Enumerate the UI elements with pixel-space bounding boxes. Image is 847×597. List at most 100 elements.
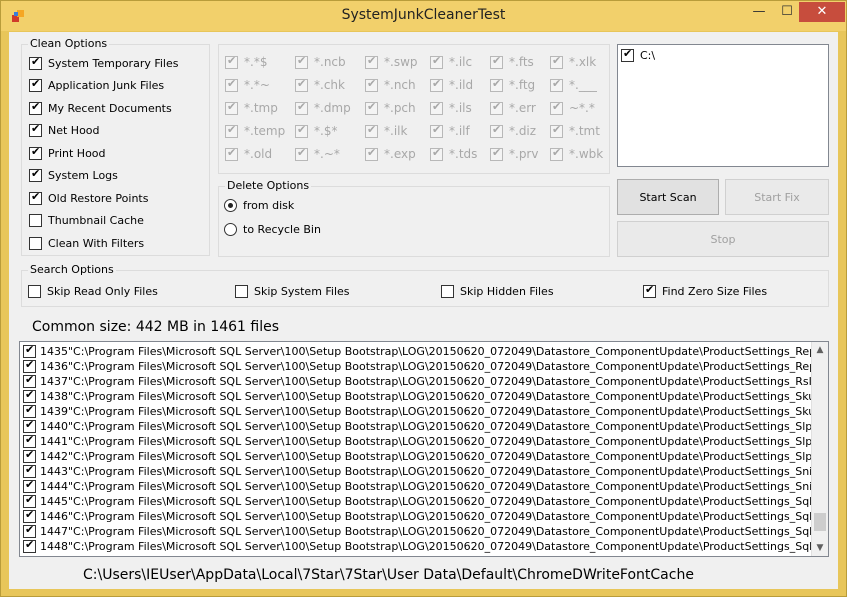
file-checkbox[interactable] [23, 449, 36, 463]
recycle-bin-radio[interactable]: to Recycle Bin [224, 221, 321, 237]
file-checkbox[interactable] [23, 524, 36, 538]
checkbox-unchecked-icon[interactable] [235, 284, 248, 298]
clean-options-label: Clean Options [28, 37, 110, 50]
extension-checkbox-label: *.pch [384, 101, 416, 115]
drive-checkbox[interactable] [621, 47, 634, 62]
checkbox-checked-icon [430, 77, 443, 92]
file-checkbox[interactable] [23, 419, 36, 433]
extension-checkbox: *.ils [430, 100, 472, 116]
start-scan-button[interactable]: Start Scan [617, 179, 719, 215]
clean-option-item[interactable]: Net Hood [29, 122, 100, 139]
search-option-item[interactable]: Skip Read Only Files [28, 283, 158, 299]
checkbox-unchecked-icon[interactable] [29, 236, 42, 250]
scroll-up-icon[interactable]: ▲ [812, 342, 828, 358]
file-list-scrollbar[interactable]: ▲ ▼ [811, 342, 828, 556]
file-path-text: 1435"C:\Program Files\Microsoft SQL Serv… [40, 345, 813, 358]
checkbox-checked-icon[interactable] [29, 55, 42, 70]
radio-unselected-icon[interactable] [224, 222, 237, 236]
file-list[interactable]: 1435"C:\Program Files\Microsoft SQL Serv… [19, 341, 829, 557]
file-list-row[interactable]: 1448"C:\Program Files\Microsoft SQL Serv… [23, 539, 813, 554]
minimize-button[interactable]: — [745, 2, 773, 22]
search-option-item[interactable]: Skip Hidden Files [441, 283, 554, 299]
scroll-thumb[interactable] [814, 513, 826, 531]
extension-checkbox-label: *.___ [569, 78, 597, 92]
scroll-down-icon[interactable]: ▼ [812, 540, 828, 556]
extension-checkbox-label: *.$* [314, 124, 338, 138]
start-fix-button[interactable]: Start Fix [725, 179, 829, 215]
clean-option-item[interactable]: Print Hood [29, 145, 106, 161]
checkbox-checked-icon[interactable] [29, 190, 42, 205]
file-checkbox[interactable] [23, 359, 36, 373]
extension-checkbox: *.pch [365, 100, 416, 116]
clean-option-item[interactable]: Application Junk Files [29, 77, 164, 94]
checkbox-checked-icon [295, 77, 308, 92]
clean-option-item[interactable]: Old Restore Points [29, 190, 148, 206]
extension-checkbox: *.fts [490, 54, 534, 70]
search-option-item[interactable]: Find Zero Size Files [643, 283, 767, 299]
clean-option-item[interactable]: Thumbnail Cache [29, 213, 144, 229]
file-list-row[interactable]: 1441"C:\Program Files\Microsoft SQL Serv… [23, 434, 813, 449]
file-list-row[interactable]: 1438"C:\Program Files\Microsoft SQL Serv… [23, 389, 813, 404]
file-list-row[interactable]: 1435"C:\Program Files\Microsoft SQL Serv… [23, 344, 813, 359]
checkbox-checked-icon [490, 146, 503, 161]
file-list-row[interactable]: 1436"C:\Program Files\Microsoft SQL Serv… [23, 359, 813, 374]
drive-item[interactable]: C:\ [621, 47, 655, 63]
file-list-row[interactable]: 1443"C:\Program Files\Microsoft SQL Serv… [23, 464, 813, 479]
file-list-row[interactable]: 1447"C:\Program Files\Microsoft SQL Serv… [23, 524, 813, 539]
file-checkbox[interactable] [23, 494, 36, 508]
checkbox-unchecked-icon[interactable] [28, 284, 41, 298]
file-checkbox[interactable] [23, 539, 36, 553]
checkbox-checked-icon [295, 100, 308, 115]
checkbox-checked-icon[interactable] [29, 122, 42, 137]
checkbox-checked-icon [295, 54, 308, 69]
close-button[interactable]: ✕ [799, 2, 845, 22]
file-checkbox[interactable] [23, 479, 36, 493]
extension-checkbox-label: ~*.* [569, 101, 595, 115]
file-list-row[interactable]: 1437"C:\Program Files\Microsoft SQL Serv… [23, 374, 813, 389]
drive-list[interactable]: C:\ [617, 44, 829, 167]
file-path-text: 1441"C:\Program Files\Microsoft SQL Serv… [40, 435, 813, 448]
clean-option-item[interactable]: System Temporary Files [29, 55, 179, 71]
stop-button[interactable]: Stop [617, 221, 829, 257]
clean-option-item-label: Net Hood [48, 124, 100, 137]
checkbox-checked-icon [365, 77, 378, 92]
search-option-item-label: Skip System Files [254, 284, 350, 298]
file-list-row[interactable]: 1442"C:\Program Files\Microsoft SQL Serv… [23, 449, 813, 464]
file-list-row[interactable]: 1444"C:\Program Files\Microsoft SQL Serv… [23, 479, 813, 494]
checkbox-checked-icon[interactable] [29, 167, 42, 182]
radio-selected-icon[interactable] [224, 198, 237, 212]
checkbox-unchecked-icon[interactable] [441, 284, 454, 298]
checkbox-checked-icon[interactable] [29, 145, 42, 160]
file-list-row[interactable]: 1440"C:\Program Files\Microsoft SQL Serv… [23, 419, 813, 434]
file-checkbox[interactable] [23, 374, 36, 388]
file-list-row[interactable]: 1439"C:\Program Files\Microsoft SQL Serv… [23, 404, 813, 419]
checkbox-checked-icon[interactable] [643, 283, 656, 298]
file-list-row[interactable]: 1445"C:\Program Files\Microsoft SQL Serv… [23, 494, 813, 509]
clean-option-item[interactable]: My Recent Documents [29, 100, 172, 116]
checkbox-checked-icon [550, 123, 563, 138]
maximize-button[interactable]: ☐ [773, 2, 801, 22]
search-option-item[interactable]: Skip System Files [235, 283, 350, 299]
checkbox-checked-icon[interactable] [29, 100, 42, 115]
file-path-text: 1443"C:\Program Files\Microsoft SQL Serv… [40, 465, 813, 478]
file-checkbox[interactable] [23, 404, 36, 418]
checkbox-checked-icon [490, 100, 503, 115]
file-checkbox[interactable] [23, 509, 36, 523]
clean-option-item[interactable]: Clean With Filters [29, 235, 144, 251]
clean-option-item[interactable]: System Logs [29, 167, 118, 184]
file-checkbox[interactable] [23, 464, 36, 478]
from-disk-radio[interactable]: from disk [224, 197, 294, 213]
extension-checkbox-label: *.chk [314, 78, 345, 92]
checkbox-checked-icon[interactable] [29, 77, 42, 92]
file-list-row[interactable]: 1446"C:\Program Files\Microsoft SQL Serv… [23, 509, 813, 524]
file-checkbox[interactable] [23, 344, 36, 358]
extension-checkbox: *.$* [295, 123, 337, 139]
file-path-text: 1439"C:\Program Files\Microsoft SQL Serv… [40, 405, 813, 418]
extension-checkbox-label: *.dmp [314, 101, 351, 115]
extension-checkbox-label: *.~* [314, 147, 340, 161]
file-checkbox[interactable] [23, 434, 36, 448]
extension-checkbox-label: *.tmt [569, 124, 600, 138]
checkbox-unchecked-icon[interactable] [29, 214, 42, 227]
extension-checkbox: *.err [490, 100, 536, 116]
file-checkbox[interactable] [23, 389, 36, 403]
